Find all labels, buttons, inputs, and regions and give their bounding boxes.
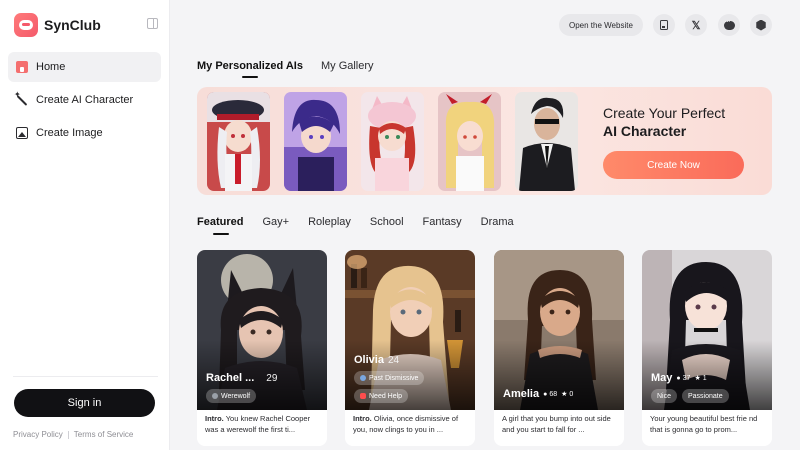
character-description: Intro. Olivia, once dismissive of you, n… <box>353 413 469 437</box>
past-dismissive-tag-icon <box>360 375 366 381</box>
divider <box>13 376 158 377</box>
banner-character-image[interactable] <box>438 92 501 191</box>
tab-roleplay[interactable]: Roleplay <box>308 216 351 228</box>
heart-icon: ● <box>543 390 548 398</box>
brand[interactable]: SynClub <box>14 13 101 37</box>
sidebar-item-label: Create Image <box>36 127 103 139</box>
sign-in-button[interactable]: Sign in <box>14 389 155 417</box>
sidebar-item-label: Create AI Character <box>36 94 134 106</box>
tab-fantasy[interactable]: Fantasy <box>423 216 462 228</box>
settings-button[interactable] <box>750 14 772 36</box>
banner-title-line1: Create Your Perfect <box>603 105 726 121</box>
character-card-amelia[interactable]: Amelia ● 68 ★ 0 A girl that you bump int… <box>494 250 624 446</box>
need-help-tag-icon <box>360 393 366 399</box>
character-age: 29 <box>266 372 278 384</box>
privacy-policy-link[interactable]: Privacy Policy <box>13 430 63 439</box>
character-name: Rachel ... 29 <box>206 372 277 384</box>
character-card-may[interactable]: May ● 37 ★ 1 Nice Passionate Your young … <box>642 250 772 446</box>
character-tag: Need Help <box>354 389 409 403</box>
sidebar-item-create-ai-character[interactable]: Create AI Character <box>8 85 161 115</box>
stars-count: ★ 0 <box>561 390 574 399</box>
character-name-text: Rachel ... <box>206 372 255 384</box>
tag-label: Werewolf <box>221 392 251 400</box>
stars-value: 1 <box>702 374 707 382</box>
image-icon <box>16 127 28 139</box>
synclub-logo-icon <box>14 13 38 37</box>
werewolf-tag-icon <box>212 393 218 399</box>
character-name-text: Amelia <box>503 388 540 400</box>
sidebar-collapse-icon[interactable] <box>147 18 158 29</box>
intro-label: Intro. <box>353 414 372 423</box>
stars-value: 0 <box>569 390 574 398</box>
category-tabs: Featured Gay+ Roleplay School Fantasy Dr… <box>197 216 514 235</box>
discord-button[interactable] <box>718 14 740 36</box>
banner-character-image[interactable] <box>361 92 424 191</box>
character-name-text: Olivia <box>354 354 384 366</box>
sidebar-item-home[interactable]: Home <box>8 52 161 82</box>
character-description: Intro. You knew Rachel Cooper was a were… <box>205 413 321 437</box>
tab-drama[interactable]: Drama <box>481 216 514 228</box>
create-character-banner: Create Your Perfect AI Character Create … <box>197 87 772 195</box>
character-tag: Passionate <box>682 389 729 403</box>
banner-title-line2: AI Character <box>603 123 687 139</box>
home-icon <box>16 61 28 73</box>
banner-character-image[interactable] <box>284 92 347 191</box>
character-name: May ● 37 ★ 1 <box>651 372 707 384</box>
banner-character-image[interactable] <box>515 92 578 191</box>
sidebar-nav: Home Create AI Character Create Image <box>8 52 161 151</box>
intro-label: Intro. <box>205 414 224 423</box>
character-name: Amelia ● 68 ★ 0 <box>503 388 573 400</box>
tab-gay-plus[interactable]: Gay+ <box>262 216 289 228</box>
sidebar: SynClub Home Create AI Character Create … <box>0 0 170 450</box>
magic-wand-icon <box>14 90 28 106</box>
character-description: Your young beautiful best frie nd that i… <box>650 413 766 437</box>
character-age: 24 <box>387 354 400 366</box>
tab-my-personalized-ais[interactable]: My Personalized AIs <box>197 60 303 78</box>
stars-count: ★ 1 <box>694 374 707 383</box>
description-text: A girl that you bump into out side and y… <box>502 414 611 434</box>
tab-featured[interactable]: Featured <box>197 216 243 235</box>
tab-school[interactable]: School <box>370 216 404 228</box>
footer-links: Privacy Policy Terms of Service <box>13 430 133 439</box>
likes-value: 37 <box>682 374 691 382</box>
character-tag: Werewolf <box>206 389 257 403</box>
character-name: Olivia 24 <box>354 354 399 366</box>
open-website-button[interactable]: Open the Website <box>559 14 643 36</box>
tag-label: Nice <box>657 392 672 400</box>
top-tabs: My Personalized AIs My Gallery <box>197 60 374 78</box>
sidebar-item-label: Home <box>36 61 66 73</box>
tag-label: Need Help <box>369 392 403 400</box>
description-text: Your young beautiful best frie nd that i… <box>650 414 758 434</box>
character-card-rachel[interactable]: Rachel ... 29 Werewolf Intro. You knew R… <box>197 250 327 446</box>
sidebar-item-create-image[interactable]: Create Image <box>8 118 161 148</box>
divider <box>67 430 69 439</box>
tab-my-gallery[interactable]: My Gallery <box>321 60 374 72</box>
bookmark-button[interactable] <box>653 14 675 36</box>
likes-value: 68 <box>549 390 558 398</box>
heart-icon: ● <box>676 374 681 382</box>
tag-label: Past Dismissive <box>369 374 419 382</box>
terms-of-service-link[interactable]: Terms of Service <box>74 430 134 439</box>
character-tag: Past Dismissive <box>354 371 425 385</box>
create-now-button[interactable]: Create Now <box>603 151 744 179</box>
tag-label: Passionate <box>688 392 723 400</box>
brand-name: SynClub <box>44 17 101 33</box>
x-icon: 𝕏 <box>691 19 701 32</box>
x-button[interactable]: 𝕏 <box>685 14 707 36</box>
character-name-text: May <box>651 372 673 384</box>
likes-count: ● 37 <box>676 375 690 382</box>
star-icon: ★ <box>561 391 568 398</box>
bookmark-icon <box>660 20 668 30</box>
banner-character-image[interactable] <box>207 92 270 191</box>
character-card-olivia[interactable]: Olivia 24 Past Dismissive Need Help Intr… <box>345 250 475 446</box>
star-icon: ★ <box>694 375 701 382</box>
discord-icon <box>723 17 735 30</box>
likes-count: ● 68 <box>543 391 557 398</box>
character-description: A girl that you bump into out side and y… <box>502 413 618 437</box>
character-tag: Nice <box>651 389 678 403</box>
settings-icon <box>756 19 766 31</box>
